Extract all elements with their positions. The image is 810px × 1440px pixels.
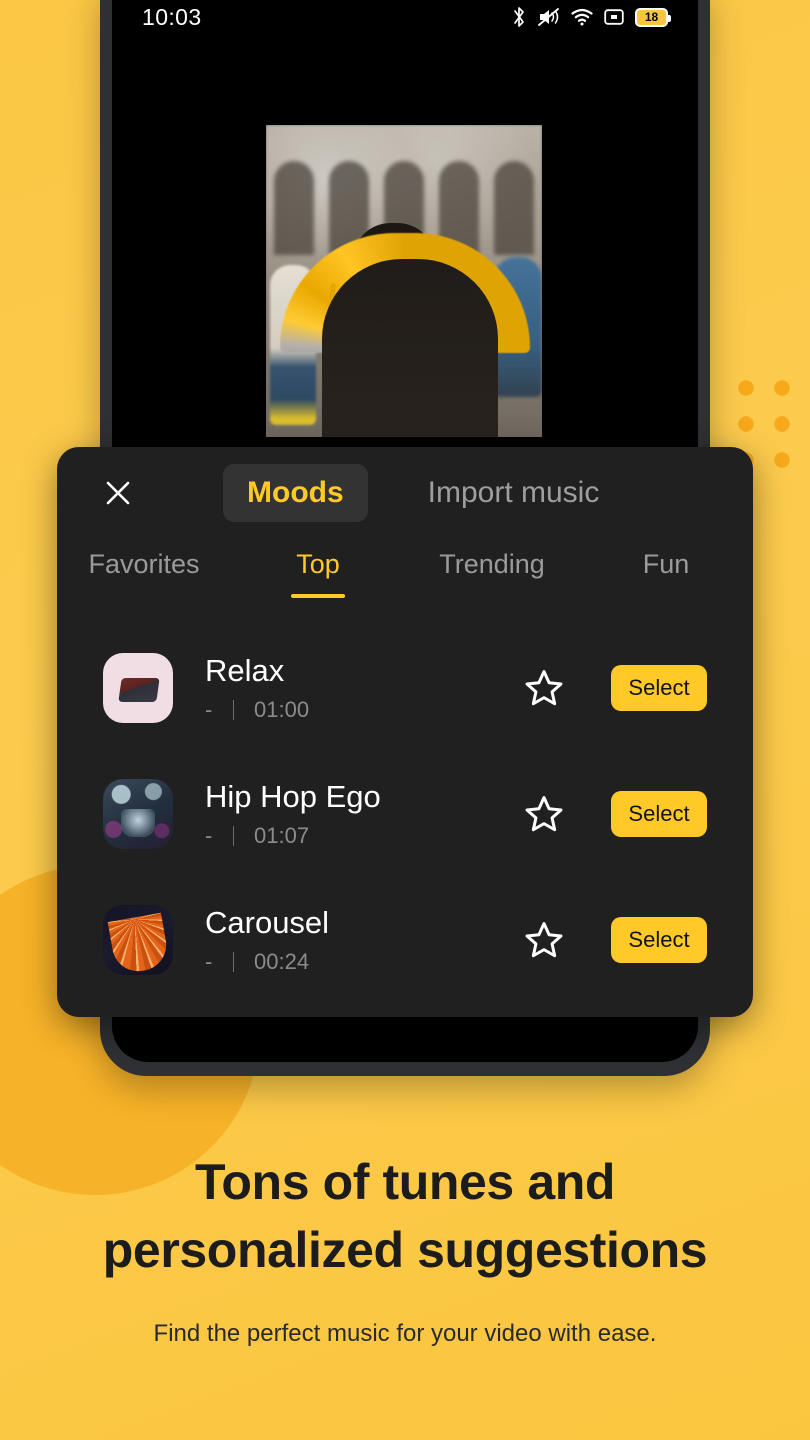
track-meta: - 01:07 [205, 823, 521, 849]
track-duration: 00:24 [254, 948, 310, 974]
track-duration: 01:07 [254, 822, 310, 848]
meta-divider [233, 699, 234, 720]
track-info: Carousel - 00:24 [205, 905, 521, 975]
meta-divider [233, 951, 234, 972]
wifi-icon [571, 8, 593, 26]
music-picker-sheet: Moods Import music Favorites Top Trendin… [57, 447, 753, 1017]
star-outline-icon[interactable] [521, 791, 567, 837]
track-meta: - 01:00 [205, 697, 521, 723]
track-row[interactable]: Relax - 01:00 Select [57, 625, 753, 751]
tab-moods[interactable]: Moods [223, 464, 368, 522]
bluetooth-icon [511, 6, 527, 28]
track-title: Carousel [205, 905, 330, 941]
star-outline-icon[interactable] [521, 917, 567, 963]
piano-thumbnail [103, 653, 173, 723]
status-bar: 10:03 18 [112, 0, 698, 48]
close-icon[interactable] [101, 476, 135, 510]
preview-photo-person [322, 259, 498, 437]
track-artist: - [205, 696, 213, 722]
promo-section: Tons of tunes and personalized suggestio… [0, 1148, 810, 1348]
track-row[interactable]: Carousel - 00:24 Select [57, 877, 753, 1003]
mode-tabs: Moods Import music [223, 464, 623, 522]
sheet-header: Moods Import music [57, 447, 753, 539]
promo-headline-line2: personalized suggestions [102, 1222, 708, 1278]
status-icons: 18 [511, 6, 671, 28]
category-tabs: Favorites Top Trending Fun [57, 539, 753, 625]
meta-divider [233, 825, 234, 846]
track-info: Hip Hop Ego - 01:07 [205, 779, 521, 849]
battery-level: 18 [644, 10, 659, 24]
select-button[interactable]: Select [611, 791, 707, 837]
battery-icon: 18 [635, 7, 671, 27]
track-title: Relax [205, 653, 285, 689]
track-title: Hip Hop Ego [205, 779, 381, 815]
category-tab-favorites[interactable]: Favorites [57, 549, 231, 598]
star-outline-icon[interactable] [521, 665, 567, 711]
track-list: Relax - 01:00 Select Hip Hop Ego - 01:07… [57, 625, 753, 1013]
select-button[interactable]: Select [611, 917, 707, 963]
select-button[interactable]: Select [611, 665, 707, 711]
track-row[interactable]: Hip Hop Ego - 01:07 Select [57, 751, 753, 877]
mute-icon [538, 7, 560, 27]
tab-import-music[interactable]: Import music [404, 464, 624, 522]
drums-bokeh-thumbnail [103, 779, 173, 849]
category-tab-trending[interactable]: Trending [405, 549, 579, 598]
promo-headline-line1: Tons of tunes and [194, 1154, 616, 1210]
video-preview[interactable] [266, 125, 542, 437]
promo-subtitle: Find the perfect music for your video wi… [153, 1320, 657, 1347]
screen-record-icon [604, 8, 624, 26]
track-info: Relax - 01:00 [205, 653, 521, 723]
track-artist: - [205, 822, 213, 848]
category-tab-fun[interactable]: Fun [579, 549, 753, 598]
track-artist: - [205, 948, 213, 974]
page-title: Tons of tunes and personalized suggestio… [26, 1148, 784, 1284]
category-tab-top[interactable]: Top [231, 549, 405, 598]
track-duration: 01:00 [254, 696, 310, 722]
track-meta: - 00:24 [205, 949, 521, 975]
carousel-thumbnail [103, 905, 173, 975]
status-time: 10:03 [142, 3, 202, 30]
